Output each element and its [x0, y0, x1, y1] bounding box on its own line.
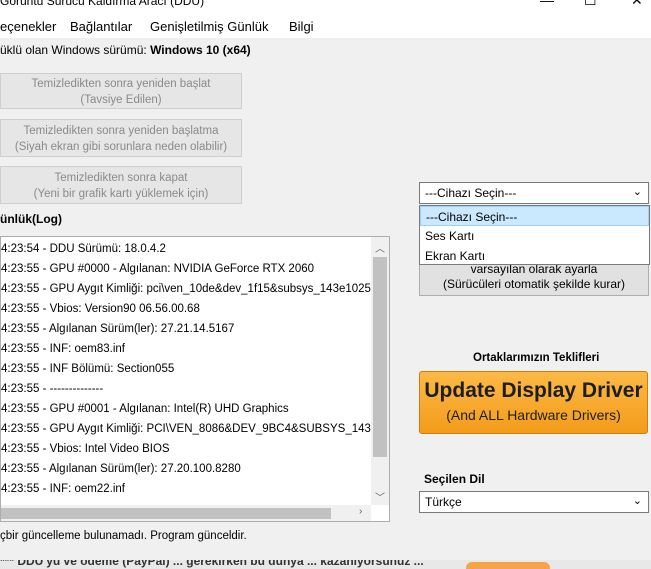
device-select-value: ---Cihazı Seçin--- — [425, 186, 517, 200]
os-value: Windows 10 (x64) — [150, 43, 251, 57]
log-box[interactable]: 4:23:54 - DDU Sürümü: 18.0.4.2 4:23:55 -… — [0, 236, 390, 522]
log-line: 4:23:55 - Algılanan Sürüm(ler): 27.20.10… — [1, 463, 241, 475]
banner-title: Update Display Driver — [424, 379, 643, 402]
button-line2: (Siyah ekran gibi sorunlara neden olabil… — [14, 141, 228, 153]
device-select[interactable]: ---Cihazı Seçin--- ⌄ — [419, 182, 649, 204]
dropdown-option[interactable]: ---Cihazı Seçin--- — [420, 206, 649, 226]
scrollbar-thumb[interactable] — [1, 508, 331, 519]
device-dropdown-list[interactable]: ---Cihazı Seçin--- Ses Kartı Ekran Kartı — [419, 205, 650, 265]
dropdown-option[interactable]: Ses Kartı — [420, 226, 649, 246]
dropdown-option[interactable]: Ekran Kartı — [420, 246, 649, 266]
log-line: 4:23:55 - GPU Aygıt Kimliği: pci\ven_10d… — [1, 283, 371, 295]
log-vertical-scrollbar[interactable]: ︿ ﹀ — [371, 237, 389, 505]
log-line: 4:23:55 - Vbios: Intel Video BIOS — [1, 443, 170, 455]
log-line: 4:23:54 - DDU Sürümü: 18.0.4.2 — [1, 243, 166, 255]
update-status: çbir güncelleme bulunamadı. Program günc… — [0, 530, 247, 542]
update-driver-banner[interactable]: Update Display Driver (And ALL Hardware … — [419, 371, 648, 434]
log-line: 4:23:55 - INF: oem83.inf — [1, 343, 126, 355]
language-select-value: Türkçe — [425, 495, 462, 509]
button-line2: (Sürücüleri otomatik şekilde kurar) — [442, 277, 626, 291]
button-line1: Temizledikten sonra yeniden başlat — [31, 78, 211, 90]
window-title: Görüntü Sürücü Kaldırma Aracı (DDU) — [0, 0, 205, 8]
clean-and-shutdown-button[interactable]: Temizledikten sonra kapat (Yeni bir graf… — [0, 166, 242, 204]
log-line: 4:23:55 - INF Bölümü: Section055 — [1, 363, 175, 375]
menu-options[interactable]: eçenekler — [0, 19, 56, 34]
language-select[interactable]: Türkçe ⌄ — [419, 491, 649, 513]
button-line1: Temizledikten sonra kapat — [54, 172, 188, 184]
os-info: üklü olan Windows sürümü: Windows 10 (x6… — [0, 43, 251, 57]
donate-button[interactable] — [466, 562, 550, 569]
close-button[interactable]: ✕ — [631, 0, 643, 9]
button-line2: (Tavsiye Edilen) — [80, 94, 162, 106]
log-line: 4:23:55 - GPU Aygıt Kimliği: PCI\VEN_808… — [1, 423, 386, 435]
os-label: üklü olan Windows sürümü: — [0, 43, 147, 57]
menu-info[interactable]: Bilgi — [289, 19, 314, 34]
partners-label: Ortaklarımızın Teklifleri — [473, 352, 600, 364]
language-label: Seçilen Dil — [424, 472, 485, 486]
button-line2: (Yeni bir grafik kartı yüklemek için) — [33, 188, 209, 200]
clean-no-restart-button[interactable]: Temizledikten sonra yeniden başlatma (Si… — [0, 119, 242, 157]
menu-links[interactable]: Bağlantılar — [70, 19, 132, 34]
clean-and-restart-button[interactable]: Temizledikten sonra yeniden başlat (Tavs… — [0, 73, 242, 109]
maximize-button[interactable]: ☐ — [584, 0, 597, 9]
scroll-right-icon[interactable]: › — [359, 506, 362, 517]
menu-bar: eçenekler Bağlantılar Genişletilmiş Günl… — [0, 14, 651, 38]
log-label: ünlük(Log) — [0, 212, 62, 226]
bottom-info-text: *** DDU'yu ve ödeme (PayPal) ... gerekir… — [0, 560, 424, 568]
log-line: 4:23:55 - INF: oem22.inf — [1, 483, 126, 495]
button-line1: Temizledikten sonra yeniden başlatma — [23, 125, 219, 137]
scroll-up-icon[interactable]: ︿ — [375, 240, 385, 255]
log-line: 4:23:55 - Vbios: Version90 06.56.00.68 — [1, 303, 200, 315]
log-line: 4:23:55 - GPU #0001 - Algılanan: Intel(R… — [1, 403, 289, 415]
banner-subtitle: (And ALL Hardware Drivers) — [446, 407, 621, 423]
log-line: 4:23:55 - GPU #0000 - Algılanan: NVIDIA … — [1, 263, 315, 275]
menu-extended-log[interactable]: Genişletilmiş Günlük — [150, 19, 269, 34]
bottom-info-bar: *** DDU'yu ve ödeme (PayPal) ... gerekir… — [0, 560, 651, 569]
scroll-down-icon[interactable]: ﹀ — [375, 489, 385, 504]
log-line: 4:23:55 - -------------- — [1, 383, 104, 395]
title-bar: Görüntü Sürücü Kaldırma Aracı (DDU) — ☐ … — [0, 0, 651, 14]
chevron-down-icon: ⌄ — [632, 495, 642, 507]
minimize-button[interactable]: — — [540, 0, 554, 8]
scrollbar-thumb[interactable] — [373, 257, 387, 457]
log-line: 4:23:55 - Algılanan Sürüm(ler): 27.21.14… — [1, 323, 235, 335]
chevron-down-icon: ⌄ — [632, 186, 642, 198]
log-horizontal-scrollbar[interactable]: › — [1, 505, 371, 521]
